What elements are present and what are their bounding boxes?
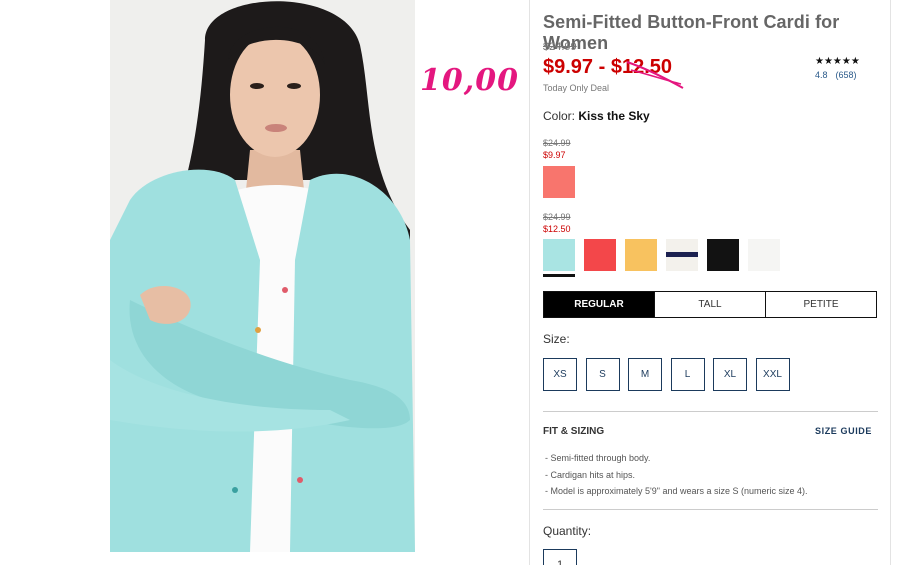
- review-count[interactable]: (658): [836, 70, 857, 80]
- fit-option-regular[interactable]: REGULAR: [543, 291, 655, 318]
- fit-option-tall[interactable]: TALL: [654, 291, 766, 318]
- color-label: Color: Kiss the Sky: [543, 109, 650, 123]
- size-selector: XS S M L XL XXL: [543, 358, 798, 391]
- fit-bullet: Semi-fitted through body.: [545, 450, 808, 467]
- selected-color-name: Kiss the Sky: [578, 109, 650, 123]
- price-group-1: $24.99 $9.97: [543, 137, 571, 161]
- rating-summary[interactable]: 4.8 (658): [815, 70, 865, 80]
- panel-divider-right: [890, 0, 891, 565]
- fit-sizing-list: Semi-fitted through body. Cardigan hits …: [545, 450, 808, 500]
- swatch-coral[interactable]: [543, 166, 575, 198]
- price-strike-annotation: [626, 61, 684, 89]
- swatch-mustard[interactable]: [625, 239, 657, 271]
- quantity-label: Quantity:: [543, 524, 592, 538]
- fit-bullet: Model is approximately 5'9" and wears a …: [545, 483, 808, 500]
- original-price: $24.99: [543, 41, 577, 53]
- deal-label: Today Only Deal: [543, 83, 610, 93]
- size-label: Size:: [543, 332, 570, 346]
- price-group-sale: $12.50: [543, 224, 571, 234]
- product-title: Semi-Fitted Button-Front Cardi for Women: [543, 12, 840, 53]
- product-image: [110, 0, 415, 552]
- rating-value: 4.8: [815, 70, 828, 80]
- selected-swatch-indicator: [543, 274, 575, 277]
- fit-option-petite[interactable]: PETITE: [765, 291, 877, 318]
- size-guide-link[interactable]: SIZE GUIDE: [815, 426, 872, 436]
- color-label-text: Color:: [543, 109, 576, 123]
- swatch-red[interactable]: [584, 239, 616, 271]
- swatch-white[interactable]: [748, 239, 780, 271]
- section-divider: [543, 411, 878, 412]
- size-option-xl[interactable]: XL: [713, 358, 747, 391]
- handwritten-price-annotation: 10,00: [420, 63, 519, 98]
- fit-bullet: Cardigan hits at hips.: [545, 467, 808, 484]
- section-divider: [543, 509, 878, 510]
- fit-selector: REGULAR TALL PETITE: [543, 291, 877, 318]
- price-group-original: $24.99: [543, 212, 571, 222]
- size-option-xs[interactable]: XS: [543, 358, 577, 391]
- size-option-xxl[interactable]: XXL: [755, 358, 790, 391]
- rating-stars: ★★★★★: [815, 56, 860, 67]
- price-group-sale: $9.97: [543, 150, 566, 160]
- stripe-band: [666, 252, 698, 257]
- size-option-m[interactable]: M: [628, 358, 662, 391]
- panel-divider: [529, 0, 530, 565]
- size-option-l[interactable]: L: [670, 358, 705, 391]
- swatch-black[interactable]: [707, 239, 739, 271]
- swatch-stripe[interactable]: [666, 239, 698, 271]
- price-group-original: $24.99: [543, 138, 571, 148]
- quantity-input[interactable]: 1: [543, 549, 577, 565]
- price-group-2: $24.99 $12.50: [543, 211, 571, 235]
- size-option-s[interactable]: S: [585, 358, 620, 391]
- fit-sizing-heading: FIT & SIZING: [543, 426, 605, 437]
- swatch-kiss-the-sky[interactable]: [543, 239, 575, 271]
